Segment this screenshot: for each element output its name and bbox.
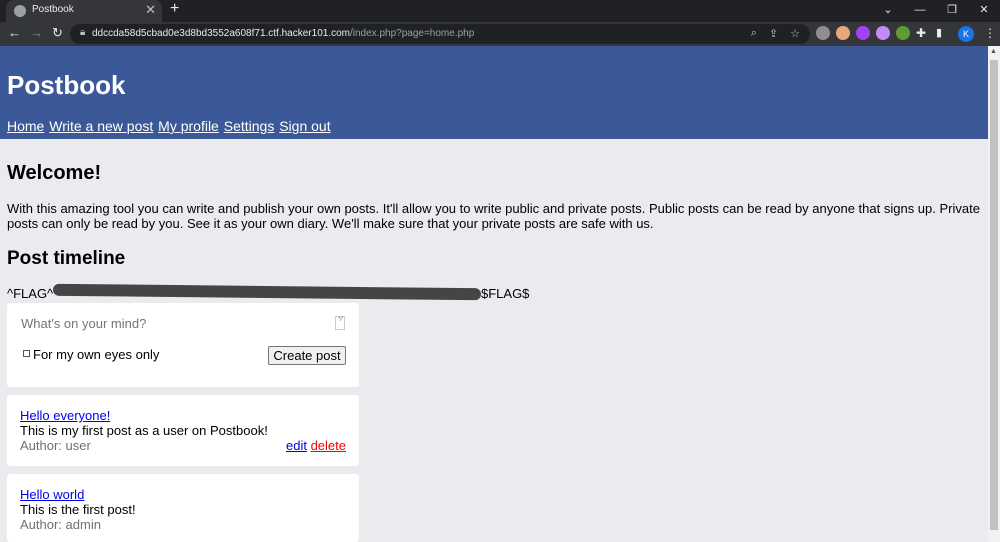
new-post-composer: What's on your mind? ⁺⁄ For my own eyes …	[7, 303, 359, 387]
extension-icon[interactable]	[816, 26, 830, 40]
back-icon[interactable]: ←	[8, 25, 21, 40]
post-author: Author: admin	[20, 517, 101, 532]
profile-avatar[interactable]: K	[958, 26, 974, 42]
address-bar[interactable]: 🔒︎ ddccda58d5cbad0e3d8bd3552a608f71.ctf.…	[70, 24, 810, 44]
globe-icon	[14, 5, 26, 17]
url-path: /index.php?page=home.php	[349, 28, 475, 39]
chevron-down-icon[interactable]: ⌄	[872, 0, 904, 22]
nav-my-profile-link[interactable]: My profile	[158, 118, 219, 134]
create-post-button[interactable]: Create post	[268, 346, 346, 365]
scrollbar-thumb[interactable]	[990, 60, 998, 530]
private-checkbox[interactable]	[23, 350, 30, 357]
post-card: Hello everyone! This is my first post as…	[7, 395, 359, 466]
nav-home-link[interactable]: Home	[7, 118, 44, 134]
reload-icon[interactable]: ↻	[52, 25, 63, 41]
welcome-heading: Welcome!	[7, 162, 102, 184]
flag-suffix: $FLAG$	[481, 286, 530, 301]
restore-icon[interactable]: ❐	[936, 0, 968, 22]
extension-icon[interactable]	[856, 26, 870, 40]
nav-settings-link[interactable]: Settings	[224, 118, 275, 134]
tab-title: Postbook	[32, 4, 74, 15]
main-nav: Home Write a new post My profile Setting…	[7, 118, 332, 134]
tab-close-icon[interactable]: ✕	[145, 2, 156, 18]
private-checkbox-label: For my own eyes only	[33, 347, 160, 362]
flag-prefix: ^FLAG^	[7, 286, 54, 301]
scroll-up-arrow-icon[interactable]: ▲	[990, 48, 997, 55]
address-bar-actions: ⌕ ⇪ ☆	[751, 27, 800, 40]
post-body: This is the first post!	[20, 502, 136, 517]
site-title: Postbook	[7, 70, 126, 100]
extension-icon[interactable]	[836, 26, 850, 40]
edit-post-link[interactable]: edit	[286, 438, 307, 453]
post-actions: edit delete	[286, 438, 346, 453]
post-title-link[interactable]: Hello everyone!	[20, 408, 110, 423]
post-text-input[interactable]: What's on your mind?	[21, 316, 146, 331]
timeline-heading: Post timeline	[7, 248, 126, 269]
lock-icon: 🔒︎	[80, 27, 86, 38]
bookmark-star-icon[interactable]: ☆	[790, 27, 800, 40]
page-scrollbar[interactable]: ▲	[988, 46, 1000, 542]
extension-icon[interactable]	[876, 26, 890, 40]
extension-icon[interactable]	[896, 26, 910, 40]
site-header: Postbook Home Write a new post My profil…	[0, 46, 988, 139]
minimize-icon[interactable]: —	[904, 0, 936, 22]
share-icon[interactable]: ⇪	[769, 27, 778, 40]
resize-handle-icon[interactable]: ⁺⁄	[335, 316, 345, 330]
forward-icon[interactable]: →	[30, 25, 43, 40]
kebab-menu-icon[interactable]: ⋮	[984, 26, 996, 40]
url-host: ddccda58d5cbad0e3d8bd3552a608f71.ctf.hac…	[92, 28, 350, 39]
puzzle-icon[interactable]: ✚	[916, 26, 930, 40]
post-card: Hello world This is the first post! Auth…	[7, 474, 359, 542]
post-author: Author: user	[20, 438, 91, 453]
flag-redaction-mark	[52, 283, 482, 301]
window-controls: ⌄ — ❐ ✕	[872, 0, 1000, 22]
nav-sign-out-link[interactable]: Sign out	[279, 118, 330, 134]
close-window-icon[interactable]: ✕	[968, 0, 1000, 22]
browser-tab[interactable]: Postbook ✕	[6, 0, 162, 22]
post-title-link[interactable]: Hello world	[20, 487, 84, 502]
post-body: This is my first post as a user on Postb…	[20, 423, 268, 438]
nav-write-post-link[interactable]: Write a new post	[49, 118, 153, 134]
intro-paragraph: With this amazing tool you can write and…	[7, 201, 980, 231]
browser-tab-strip: Postbook ✕ + ⌄ — ❐ ✕	[0, 0, 1000, 22]
new-tab-button[interactable]: +	[170, 0, 179, 18]
zoom-icon[interactable]: ⌕	[751, 27, 757, 40]
side-panel-icon[interactable]: ▮	[936, 26, 950, 40]
delete-post-link[interactable]: delete	[311, 438, 346, 453]
browser-toolbar: ← → ↻ 🔒︎ ddccda58d5cbad0e3d8bd3552a608f7…	[0, 22, 1000, 46]
extension-icons: ✚ ▮	[816, 26, 950, 40]
url-text: ddccda58d5cbad0e3d8bd3552a608f71.ctf.hac…	[92, 28, 474, 39]
